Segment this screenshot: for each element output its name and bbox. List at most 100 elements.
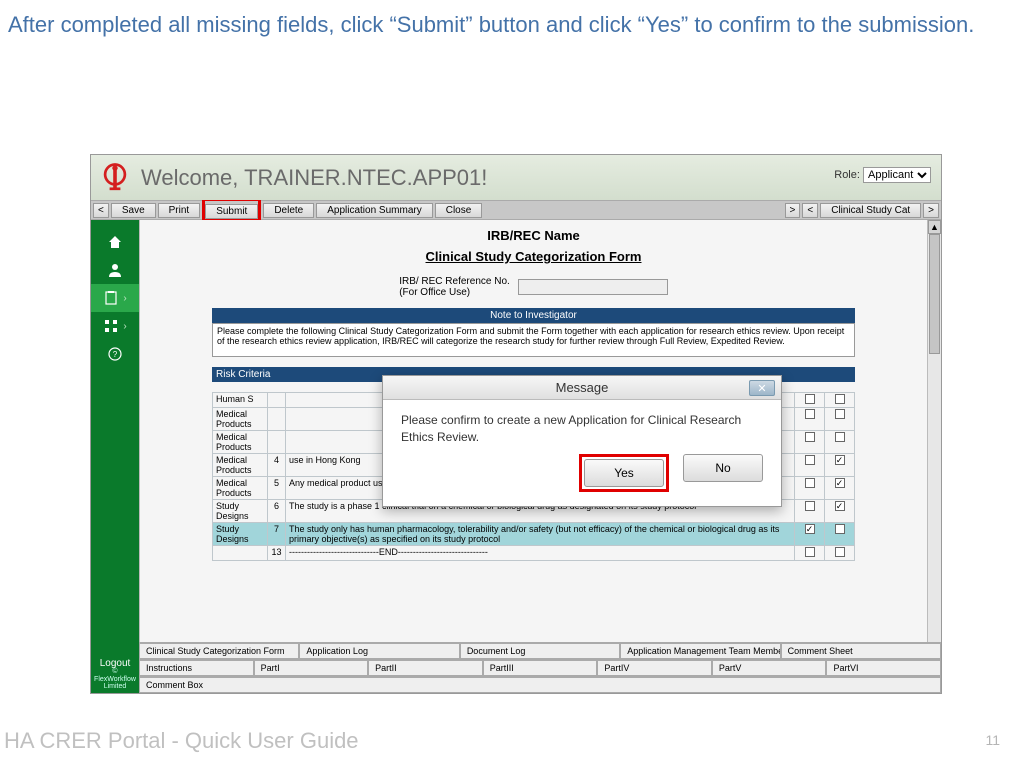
bottom-tabs: Clinical Study Categorization FormApplic… [139, 642, 941, 693]
sidebar-help[interactable]: ? [91, 340, 139, 368]
yes-button[interactable]: Yes [584, 459, 664, 487]
clipboard-icon [103, 290, 119, 306]
cell-check2[interactable] [825, 546, 855, 561]
welcome-text: Welcome, TRAINER.NTEC.APP01! [141, 165, 487, 191]
help-icon: ? [107, 346, 123, 362]
cell-num: 6 [268, 500, 286, 523]
tab-partiv[interactable]: PartIV [597, 660, 712, 676]
cell-check2[interactable]: ✓ [825, 454, 855, 477]
note-text: Please complete the following Clinical S… [212, 323, 855, 357]
tab-row-3: Comment Box [139, 676, 941, 693]
print-button[interactable]: Print [158, 203, 201, 218]
toolbar: < Save Print Submit Delete Application S… [91, 200, 941, 220]
table-row: Study Designs7The study only has human p… [213, 523, 855, 546]
footer-title: HA CRER Portal - Quick User Guide [4, 728, 359, 754]
yes-highlight: Yes [579, 454, 669, 492]
cell-check2[interactable] [825, 408, 855, 431]
sidebar-user[interactable] [91, 256, 139, 284]
scroll-thumb[interactable] [929, 234, 940, 354]
cell-num: 5 [268, 477, 286, 500]
cell-check1[interactable] [795, 546, 825, 561]
table-row: 13------------------------------END-----… [213, 546, 855, 561]
tab-partvi[interactable]: PartVI [826, 660, 941, 676]
cell-check1[interactable]: ✓ [795, 523, 825, 546]
save-button[interactable]: Save [111, 203, 156, 218]
breadcrumb-button[interactable]: Clinical Study Cat [820, 203, 921, 218]
cell-category [213, 546, 268, 561]
breadcrumb-prev-button[interactable]: < [802, 203, 818, 218]
modal-close-button[interactable]: ✕ [749, 380, 775, 396]
modal-body: Please confirm to create a new Applicati… [383, 400, 781, 454]
tab-application-log[interactable]: Application Log [299, 643, 459, 659]
role-label: Role: [834, 169, 860, 181]
tab-partiii[interactable]: PartIII [483, 660, 598, 676]
cell-num: 7 [268, 523, 286, 546]
sidebar-home[interactable] [91, 228, 139, 256]
scrollbar[interactable]: ▲ ▼ [927, 220, 941, 693]
note-bar: Note to Investigator [212, 308, 855, 323]
user-icon [107, 262, 123, 278]
cell-desc: ------------------------------END-------… [286, 546, 795, 561]
submit-button[interactable]: Submit [205, 204, 258, 219]
role-select[interactable]: Applicant [863, 167, 931, 183]
modal-title-text: Message [556, 380, 609, 395]
svg-text:?: ? [113, 350, 118, 359]
cell-category: Medical Products [213, 477, 268, 500]
refno-label: IRB/ REC Reference No. (For Office Use) [399, 276, 510, 298]
cell-num: 13 [268, 546, 286, 561]
tab-parti[interactable]: PartI [254, 660, 369, 676]
cell-num: 4 [268, 454, 286, 477]
sidebar-grid[interactable]: › [91, 312, 139, 340]
cell-num [268, 408, 286, 431]
cell-check2[interactable]: ✓ [825, 477, 855, 500]
modal-actions: Yes No [383, 454, 781, 506]
cell-check2[interactable] [825, 431, 855, 454]
refno-input[interactable] [518, 279, 668, 295]
cell-check1[interactable] [795, 500, 825, 523]
nav-prev-button[interactable]: < [93, 203, 109, 218]
breadcrumb-next-button[interactable]: > [923, 203, 939, 218]
cell-check1[interactable] [795, 454, 825, 477]
app-header: Welcome, TRAINER.NTEC.APP01! Role: Appli… [91, 155, 941, 200]
cell-check2[interactable] [825, 523, 855, 546]
confirm-modal: Message ✕ Please confirm to create a new… [382, 375, 782, 507]
close-button[interactable]: Close [435, 203, 483, 218]
close-icon: ✕ [757, 382, 766, 395]
tab-instructions[interactable]: Instructions [139, 660, 254, 676]
tab-partii[interactable]: PartII [368, 660, 483, 676]
tab-comment-box[interactable]: Comment Box [139, 677, 941, 693]
delete-button[interactable]: Delete [263, 203, 314, 218]
cell-check1[interactable] [795, 408, 825, 431]
tab-clinical-study-categorization-form[interactable]: Clinical Study Categorization Form [139, 643, 299, 659]
cell-category: Human S [213, 393, 268, 408]
cell-category: Medical Products [213, 431, 268, 454]
chevron-right-icon: › [123, 321, 126, 332]
tab-comment-sheet[interactable]: Comment Sheet [781, 643, 941, 659]
app-summary-button[interactable]: Application Summary [316, 203, 432, 218]
sidebar-form[interactable]: › [91, 284, 139, 312]
role-area: Role: Applicant [834, 167, 931, 183]
page-number: 11 [985, 732, 1000, 748]
cell-category: Medical Products [213, 408, 268, 431]
cell-category: Medical Products [213, 454, 268, 477]
tab-document-log[interactable]: Document Log [460, 643, 620, 659]
cell-check1[interactable] [795, 431, 825, 454]
cell-check1[interactable] [795, 393, 825, 408]
logo-icon [97, 160, 133, 196]
no-button[interactable]: No [683, 454, 763, 482]
cell-check2[interactable] [825, 393, 855, 408]
tab-application-management-team-member-form[interactable]: Application Management Team Member Form [620, 643, 780, 659]
scroll-up-button[interactable]: ▲ [928, 220, 941, 234]
submit-highlight: Submit [202, 198, 261, 222]
form-heading: IRB/REC Name [152, 228, 915, 243]
cell-check1[interactable] [795, 477, 825, 500]
form-subhead: Clinical Study Categorization Form [152, 249, 915, 264]
sidebar: › › ? Logout © FlexWorkflow Limited [91, 220, 139, 693]
tab-partv[interactable]: PartV [712, 660, 827, 676]
modal-title: Message ✕ [383, 376, 781, 400]
copyright-text: © FlexWorkflow Limited [91, 668, 139, 691]
cell-category: Study Designs [213, 500, 268, 523]
grid-icon [103, 318, 119, 334]
nav-next-button[interactable]: > [785, 203, 801, 218]
cell-check2[interactable]: ✓ [825, 500, 855, 523]
